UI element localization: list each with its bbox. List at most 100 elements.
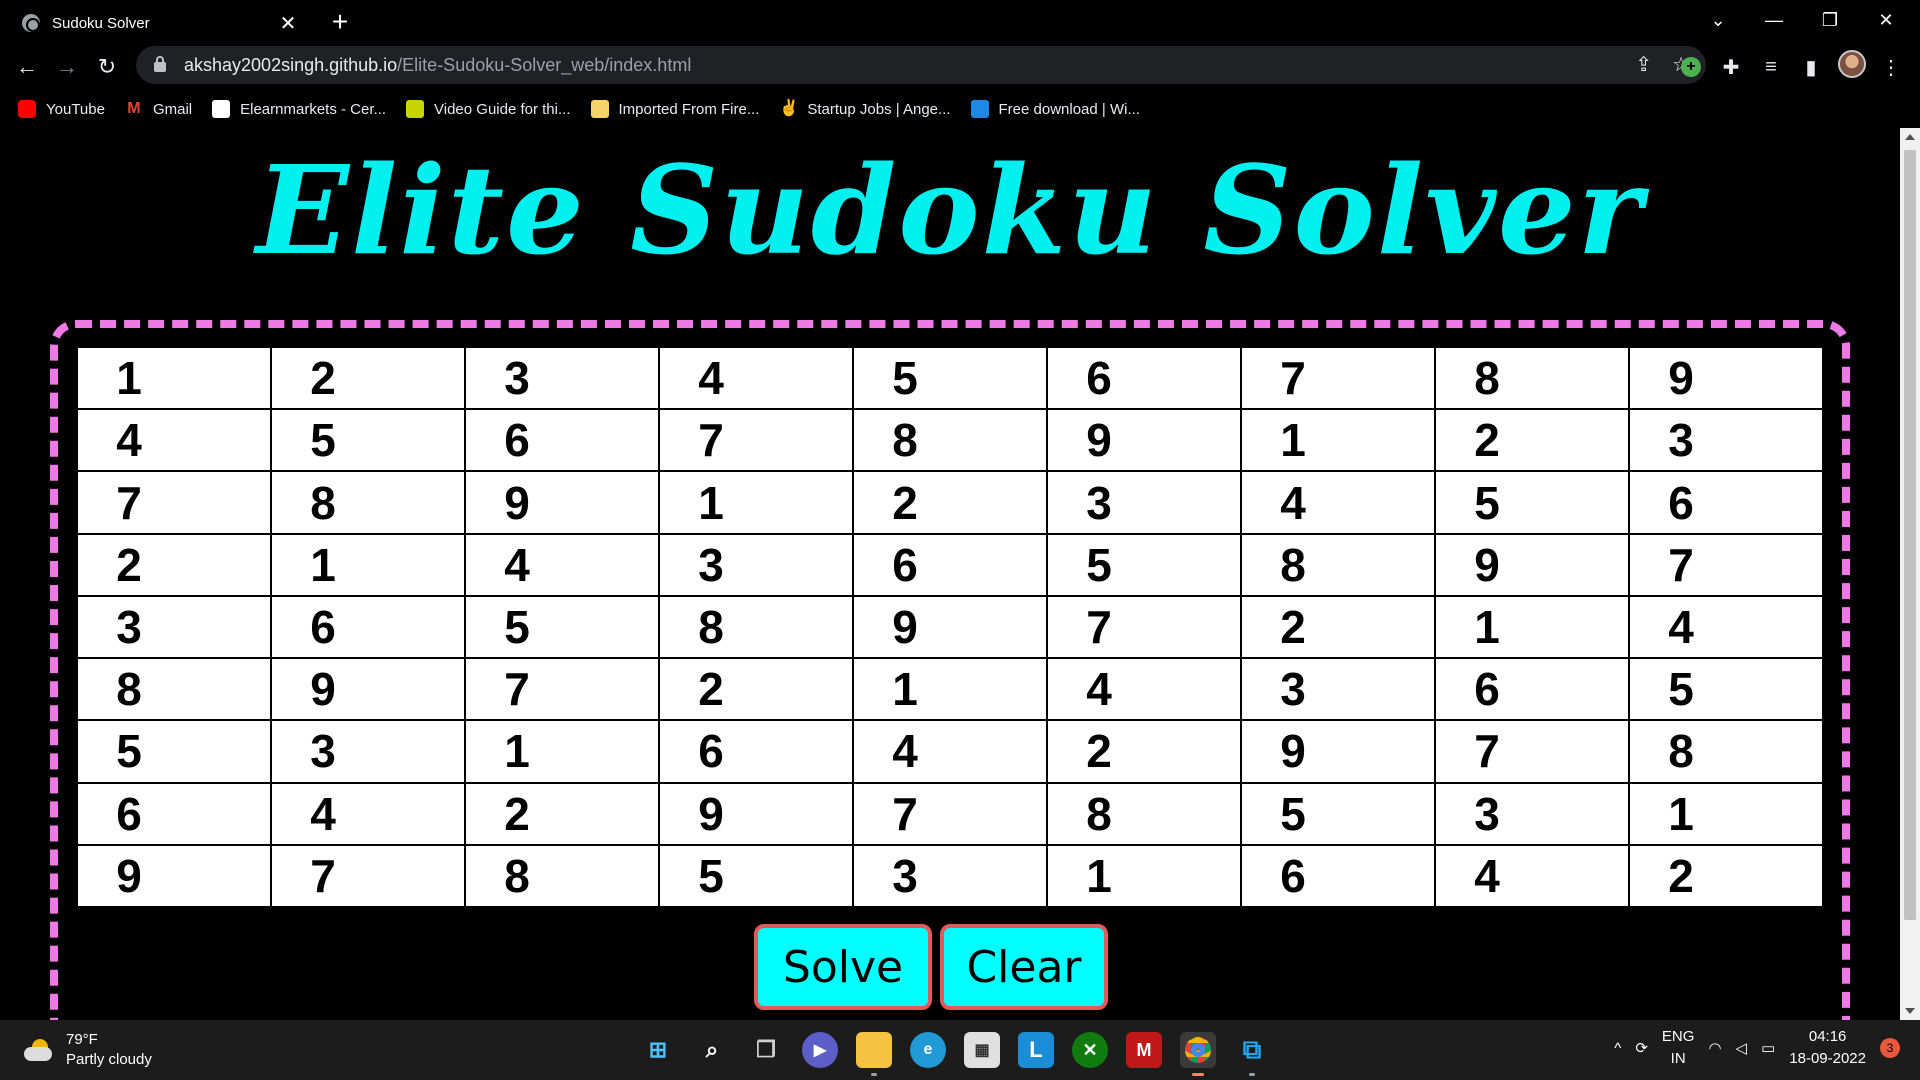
sudoku-cell[interactable]: 5: [270, 408, 466, 473]
sudoku-cell[interactable]: 3: [76, 594, 272, 660]
sudoku-cell[interactable]: 7: [1434, 719, 1630, 784]
sudoku-cell[interactable]: 4: [270, 781, 466, 846]
sudoku-cell[interactable]: 6: [1434, 657, 1630, 722]
reload-icon[interactable]: ↻: [92, 52, 122, 82]
sudoku-cell[interactable]: 3: [852, 843, 1048, 909]
sudoku-cell[interactable]: 2: [464, 781, 660, 846]
vscode-icon[interactable]: ⧉: [1234, 1032, 1270, 1076]
sudoku-cell[interactable]: 1: [76, 345, 272, 411]
sudoku-cell[interactable]: 6: [852, 532, 1048, 597]
sudoku-cell[interactable]: 9: [1628, 345, 1824, 411]
search-icon[interactable]: ⌕: [694, 1032, 730, 1068]
tab-close-icon[interactable]: ✕: [278, 11, 298, 36]
sudoku-cell[interactable]: 4: [658, 345, 854, 411]
sudoku-cell[interactable]: 8: [76, 657, 272, 722]
sudoku-cell[interactable]: 2: [1628, 843, 1824, 909]
sudoku-cell[interactable]: 6: [76, 781, 272, 846]
sudoku-cell[interactable]: 8: [1240, 532, 1436, 597]
sudoku-cell[interactable]: 9: [1240, 719, 1436, 784]
forward-icon[interactable]: →: [52, 52, 82, 82]
sudoku-cell[interactable]: 8: [464, 843, 660, 909]
sudoku-cell[interactable]: 1: [852, 657, 1048, 722]
sudoku-cell[interactable]: 4: [852, 719, 1048, 784]
sudoku-cell[interactable]: 5: [76, 719, 272, 784]
sudoku-cell[interactable]: 9: [464, 470, 660, 535]
sudoku-cell[interactable]: 6: [1240, 843, 1436, 909]
sudoku-cell[interactable]: 8: [1628, 719, 1824, 784]
sudoku-cell[interactable]: 7: [270, 843, 466, 909]
start-icon[interactable]: ⊞: [640, 1032, 676, 1068]
menu-dots-icon[interactable]: ⋮: [1876, 52, 1906, 82]
page-scrollbar[interactable]: [1900, 128, 1920, 1020]
bookmark-elearnmarkets[interactable]: Elearnmarkets - Cer...: [212, 100, 386, 118]
sudoku-cell[interactable]: 5: [1628, 657, 1824, 722]
sudoku-cell[interactable]: 6: [658, 719, 854, 784]
profile-avatar[interactable]: [1838, 50, 1866, 78]
sudoku-cell[interactable]: 4: [1628, 594, 1824, 660]
mcafee-icon[interactable]: M: [1126, 1032, 1162, 1068]
extensions-puzzle-icon[interactable]: ✚: [1716, 52, 1746, 82]
sudoku-cell[interactable]: 9: [1434, 532, 1630, 597]
sudoku-cell[interactable]: 5: [852, 345, 1048, 411]
sudoku-cell[interactable]: 4: [464, 532, 660, 597]
chrome-icon[interactable]: [1180, 1032, 1216, 1076]
sudoku-cell[interactable]: 9: [76, 843, 272, 909]
sudoku-cell[interactable]: 4: [76, 408, 272, 473]
close-window-icon[interactable]: ✕: [1858, 0, 1914, 40]
restore-icon[interactable]: ❐: [1802, 0, 1858, 40]
sudoku-cell[interactable]: 3: [464, 345, 660, 411]
bookmark-free-download[interactable]: Free download | Wi...: [970, 100, 1140, 118]
sudoku-cell[interactable]: 4: [1240, 470, 1436, 535]
sudoku-cell[interactable]: 7: [1240, 345, 1436, 411]
task-view-icon[interactable]: ❐: [748, 1032, 784, 1068]
sudoku-cell[interactable]: 9: [270, 657, 466, 722]
sudoku-cell[interactable]: 3: [658, 532, 854, 597]
sudoku-cell[interactable]: 3: [270, 719, 466, 784]
store-icon[interactable]: ▦: [964, 1032, 1000, 1068]
sudoku-cell[interactable]: 5: [1434, 470, 1630, 535]
bookmark-youtube[interactable]: YouTube: [18, 100, 105, 118]
sudoku-cell[interactable]: 2: [852, 470, 1048, 535]
bookmark-gmail[interactable]: M Gmail: [125, 100, 192, 118]
bookmark-startup-jobs[interactable]: ✌ Startup Jobs | Ange...: [779, 100, 950, 118]
bookmark-video-guide[interactable]: Video Guide for thi...: [406, 100, 571, 118]
sudoku-cell[interactable]: 6: [1046, 345, 1242, 411]
sudoku-cell[interactable]: 5: [658, 843, 854, 909]
share-icon[interactable]: ⇪: [1635, 52, 1652, 77]
sudoku-cell[interactable]: 5: [464, 594, 660, 660]
sudoku-cell[interactable]: 7: [658, 408, 854, 473]
sudoku-cell[interactable]: 8: [270, 470, 466, 535]
tab-search-icon[interactable]: ⌄: [1690, 0, 1746, 40]
sudoku-cell[interactable]: 2: [658, 657, 854, 722]
sudoku-cell[interactable]: 7: [76, 470, 272, 535]
sudoku-cell[interactable]: 2: [1240, 594, 1436, 660]
file-explorer-icon[interactable]: [856, 1032, 892, 1076]
sudoku-cell[interactable]: 3: [1046, 470, 1242, 535]
launcher-l-icon[interactable]: L: [1018, 1032, 1054, 1068]
sudoku-cell[interactable]: 1: [270, 532, 466, 597]
sudoku-cell[interactable]: 4: [1434, 843, 1630, 909]
sudoku-cell[interactable]: 3: [1434, 781, 1630, 846]
media-playlist-icon[interactable]: ≡: [1756, 52, 1786, 82]
volume-icon[interactable]: ◁: [1736, 1039, 1748, 1057]
minimize-icon[interactable]: —: [1746, 0, 1802, 40]
scrollbar-thumb[interactable]: [1904, 150, 1916, 920]
solve-button[interactable]: Solve: [754, 924, 932, 1010]
sudoku-cell[interactable]: 1: [1628, 781, 1824, 846]
sudoku-cell[interactable]: 2: [270, 345, 466, 411]
bookmark-imported-folder[interactable]: Imported From Fire...: [590, 100, 759, 118]
sudoku-cell[interactable]: 8: [1434, 345, 1630, 411]
input-language[interactable]: ENG IN: [1662, 1026, 1695, 1070]
sudoku-cell[interactable]: 7: [1046, 594, 1242, 660]
sudoku-cell[interactable]: 8: [658, 594, 854, 660]
sudoku-cell[interactable]: 8: [852, 408, 1048, 473]
sync-icon[interactable]: ⟳: [1635, 1039, 1648, 1057]
sudoku-cell[interactable]: 9: [852, 594, 1048, 660]
scroll-up-icon[interactable]: [1905, 134, 1915, 140]
sudoku-cell[interactable]: 8: [1046, 781, 1242, 846]
sudoku-cell[interactable]: 3: [1628, 408, 1824, 473]
sudoku-cell[interactable]: 3: [1240, 657, 1436, 722]
sudoku-cell[interactable]: 7: [1628, 532, 1824, 597]
sudoku-cell[interactable]: 1: [658, 470, 854, 535]
sudoku-cell[interactable]: 5: [1046, 532, 1242, 597]
